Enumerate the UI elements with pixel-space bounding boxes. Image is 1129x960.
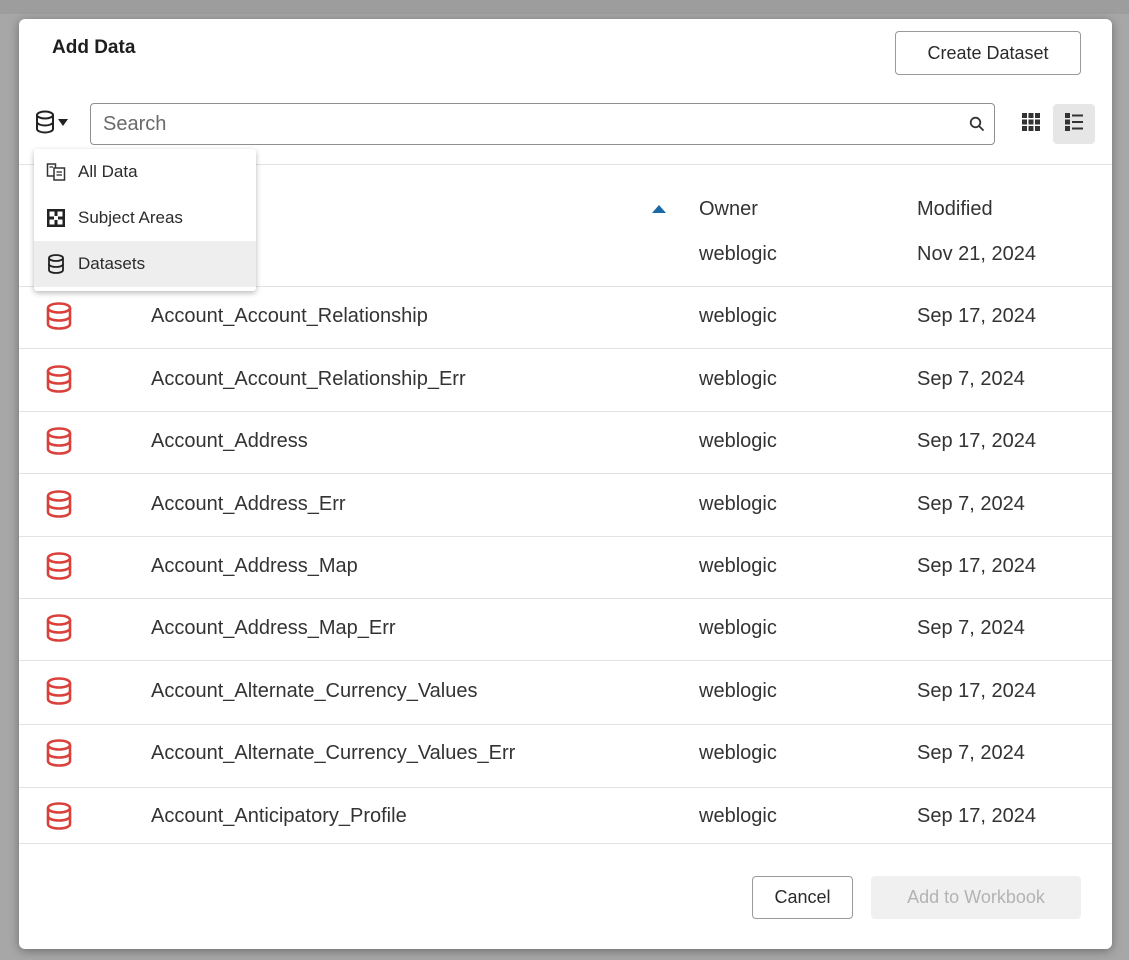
dataset-modified-date: Sep 7, 2024 [917, 493, 1025, 515]
menu-item-label: All Data [78, 162, 138, 181]
dataset-modified-date: Nov 21, 2024 [917, 243, 1036, 265]
dataset-icon [46, 677, 72, 705]
dataset-modified-date: Sep 7, 2024 [917, 368, 1025, 390]
menu-item-all-data[interactable]: All Data [34, 149, 256, 195]
database-icon [35, 110, 55, 134]
dataset-modified-date: Sep 17, 2024 [917, 430, 1036, 452]
dataset-name[interactable]: Account_Address_Err [151, 493, 346, 516]
row-divider [19, 536, 1112, 537]
dataset-name[interactable]: Account_Anticipatory_Profile [151, 805, 407, 828]
row-divider [19, 660, 1112, 661]
dataset-name[interactable]: Account_Account_Relationship [151, 305, 428, 328]
dataset-owner: weblogic [699, 617, 777, 639]
dataset-owner: weblogic [699, 243, 777, 265]
dataset-modified-date: Sep 17, 2024 [917, 680, 1036, 702]
row-divider [19, 787, 1112, 788]
dataset-modified-date: Sep 7, 2024 [917, 617, 1025, 639]
search-field[interactable] [90, 103, 995, 145]
dataset-modified-date: Sep 17, 2024 [917, 555, 1036, 577]
dataset-owner: weblogic [699, 430, 777, 452]
grid-view-button[interactable] [1014, 106, 1048, 142]
menu-item-datasets[interactable]: Datasets [34, 241, 256, 287]
footer-divider [19, 843, 1112, 844]
row-divider [19, 598, 1112, 599]
source-type-selector[interactable] [35, 107, 79, 137]
dataset-icon [46, 739, 72, 767]
dataset-owner: weblogic [699, 305, 777, 327]
search-icon[interactable] [960, 105, 994, 143]
grid-view-icon [1021, 112, 1041, 137]
dataset-owner: weblogic [699, 805, 777, 827]
column-header-owner[interactable]: Owner [699, 198, 758, 221]
dataset-modified-date: Sep 7, 2024 [917, 742, 1025, 764]
row-divider [19, 724, 1112, 725]
dataset-name[interactable]: Account_Address_Map_Err [151, 617, 396, 640]
subject-areas-icon [46, 208, 66, 228]
dataset-name[interactable]: Account_Account_Relationship_Err [151, 368, 466, 391]
dataset-owner: weblogic [699, 680, 777, 702]
row-divider [19, 473, 1112, 474]
menu-item-subject-areas[interactable]: Subject Areas [34, 195, 256, 241]
all-data-icon [46, 162, 66, 182]
row-divider [19, 411, 1112, 412]
search-input[interactable] [91, 105, 960, 143]
dataset-icon [46, 254, 66, 274]
dataset-owner: weblogic [699, 368, 777, 390]
menu-item-label: Subject Areas [78, 208, 183, 227]
dataset-icon [46, 802, 72, 830]
add-to-workbook-button: Add to Workbook [871, 876, 1081, 919]
dataset-icon [46, 365, 72, 393]
source-type-menu: All Data Subject Areas Datasets [34, 149, 256, 291]
dataset-modified-date: Sep 17, 2024 [917, 305, 1036, 327]
dataset-name[interactable]: Account_Alternate_Currency_Values [151, 680, 477, 703]
list-view-icon [1063, 111, 1085, 138]
menu-item-label: Datasets [78, 254, 146, 273]
dialog-title: Add Data [52, 37, 136, 58]
cancel-button[interactable]: Cancel [752, 876, 853, 919]
dataset-name[interactable]: Account_Alternate_Currency_Values_Err [151, 742, 515, 765]
create-dataset-button[interactable]: Create Dataset [895, 31, 1081, 75]
dataset-name[interactable]: Account_Address_Map [151, 555, 358, 578]
dataset-modified-date: Sep 17, 2024 [917, 805, 1036, 827]
add-data-dialog: Add Data Create Dataset Search Owner Mod… [19, 19, 1112, 949]
dataset-icon [46, 552, 72, 580]
dataset-owner: weblogic [699, 493, 777, 515]
list-view-button[interactable] [1053, 104, 1095, 144]
sort-ascending-icon[interactable] [652, 205, 666, 213]
dataset-icon [46, 302, 72, 330]
dataset-icon [46, 490, 72, 518]
chevron-down-icon [58, 118, 68, 126]
dataset-name[interactable]: Account_Address [151, 430, 308, 453]
dataset-owner: weblogic [699, 742, 777, 764]
row-divider [19, 348, 1112, 349]
dataset-owner: weblogic [699, 555, 777, 577]
dataset-icon [46, 614, 72, 642]
dataset-icon [46, 427, 72, 455]
background-toolbar [0, 0, 1129, 14]
column-header-modified[interactable]: Modified [917, 198, 993, 221]
